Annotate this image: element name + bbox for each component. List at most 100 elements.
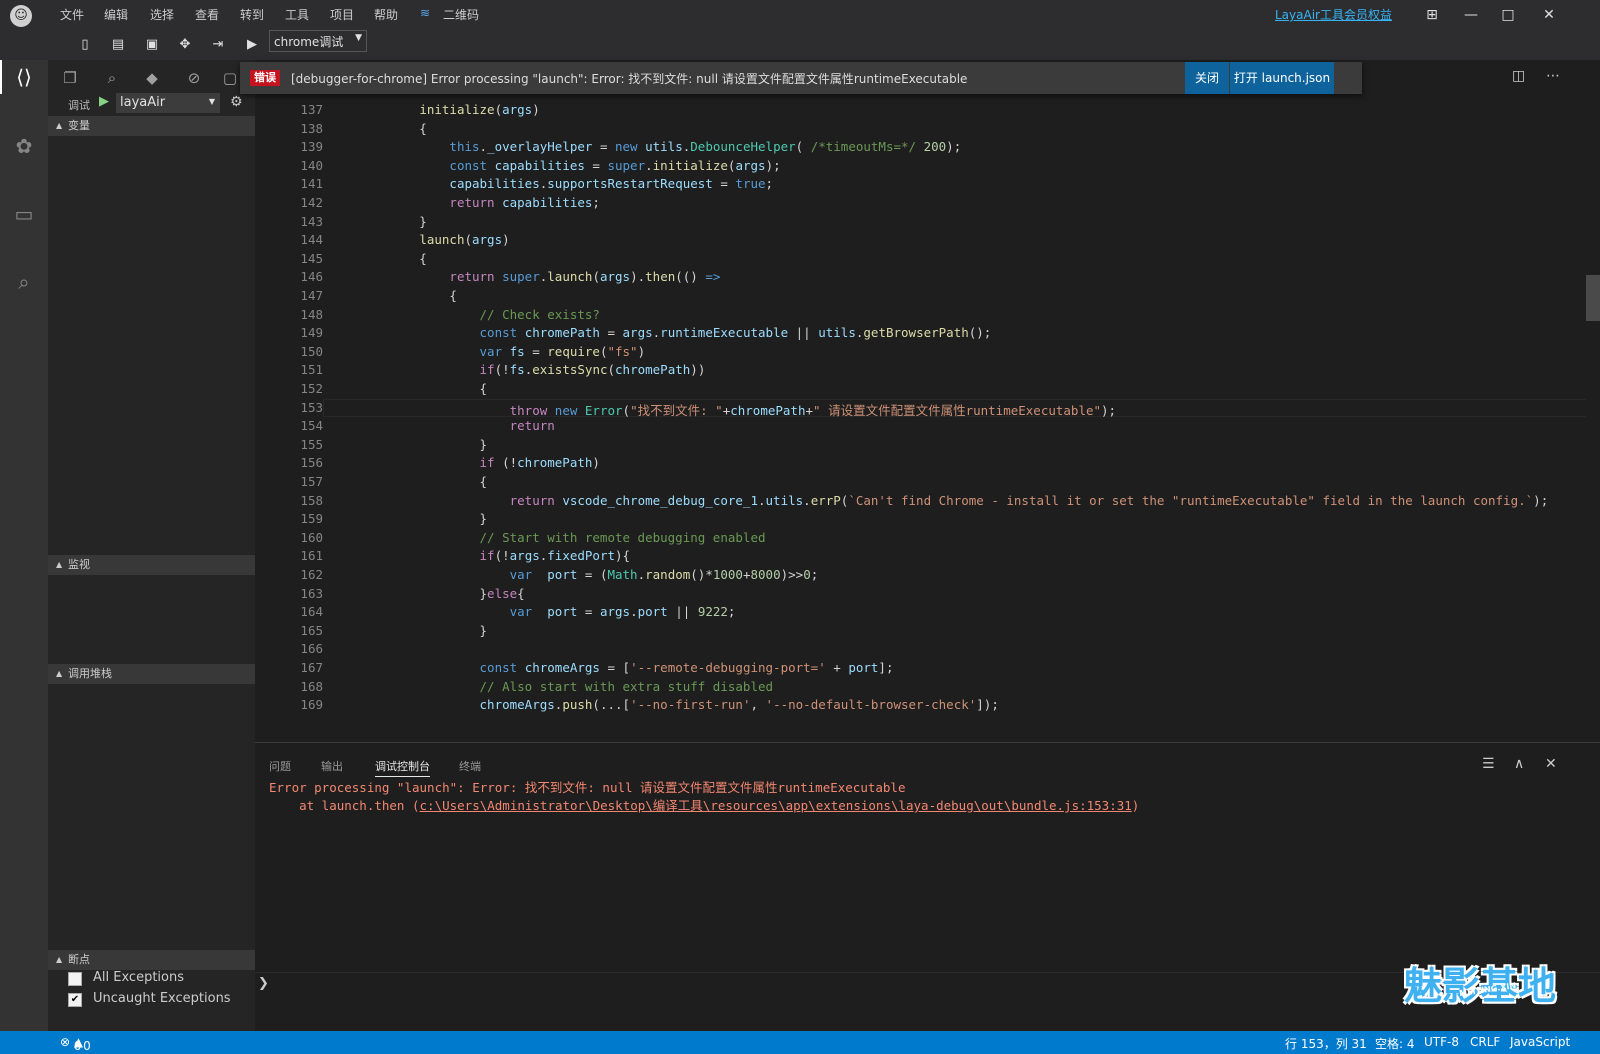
launch-config-select[interactable]: layaAir ▼ [116, 93, 220, 113]
code-line[interactable]: return super.launch(args).then(() => [329, 269, 720, 284]
promo-link[interactable]: LayaAir工具会员权益 [1275, 6, 1392, 23]
close-panel-icon[interactable]: ✕ [1545, 756, 1557, 772]
code-line[interactable]: { [329, 251, 427, 266]
code-line[interactable]: { [329, 381, 488, 396]
code-line[interactable]: } [329, 437, 488, 452]
code-line[interactable]: chromeArgs.push(...['--no-first-run', '-… [329, 697, 999, 712]
clear-console-icon[interactable]: ☰ [1482, 756, 1495, 772]
tab-problems[interactable]: 问题 [269, 758, 291, 774]
code-line[interactable]: { [329, 288, 457, 303]
code-line[interactable]: launch(args) [329, 232, 509, 247]
chat-icon[interactable]: ▭ [10, 200, 38, 228]
code-line[interactable]: } [329, 214, 427, 229]
search-icon[interactable]: ⌕ [10, 268, 38, 296]
code-editor[interactable]: 137 initialize(args) 138 {139 this._overl… [255, 94, 1600, 742]
tab-output[interactable]: 输出 [321, 758, 343, 774]
maximize-panel-icon[interactable]: ∧ [1514, 756, 1524, 772]
open-folder-icon[interactable]: ▤ [109, 36, 127, 54]
git-icon[interactable]: ◆ [140, 66, 164, 90]
code-line[interactable]: this._overlayHelper = new utils.Debounce… [329, 139, 961, 154]
gift-icon[interactable]: ⊞ [1420, 4, 1444, 26]
export-icon[interactable]: ⇥ [209, 36, 227, 54]
watermark-logo: 魅影基地 MEIYING.XIN [1404, 955, 1562, 1017]
split-editor-icon[interactable]: ◫ [1512, 68, 1525, 84]
maximize-button[interactable]: □ [1496, 4, 1520, 26]
code-line[interactable]: // Check exists? [329, 307, 600, 322]
cursor-position[interactable]: 行 153，列 31 [1285, 1035, 1367, 1052]
code-line[interactable]: } [329, 511, 488, 526]
gear-icon[interactable]: ⚙ [230, 94, 243, 110]
extensions-icon[interactable]: ▢ [218, 66, 242, 90]
menu-help[interactable]: 帮助 [374, 6, 398, 23]
code-line[interactable]: throw new Error("找不到文件: "+chromePath+" 请… [329, 400, 1116, 419]
code-line[interactable]: }else{ [329, 586, 525, 601]
menu-edit[interactable]: 编辑 [104, 6, 128, 23]
run-icon[interactable]: ▶ [243, 36, 261, 54]
save-icon[interactable]: ▣ [143, 36, 161, 54]
line-ending[interactable]: CRLF [1470, 1035, 1500, 1049]
code-line[interactable]: initialize(args) [329, 102, 539, 117]
encoding[interactable]: UTF-8 [1424, 1035, 1459, 1049]
repl-input[interactable]: ❯ [255, 972, 1600, 997]
code-line[interactable]: } [329, 623, 488, 638]
language-mode[interactable]: JavaScript [1510, 1035, 1570, 1049]
code-line[interactable]: var fs = require("fs") [329, 344, 646, 359]
explorer-icon[interactable]: ❐ [58, 66, 82, 90]
menu-qrcode[interactable]: 二维码 [443, 6, 479, 23]
open-launch-json-button[interactable]: 打开 launch.json [1230, 62, 1334, 94]
activity-bar: ⟨⟩ ✿ ▭ ⌕ [0, 60, 48, 1031]
code-token: args [599, 604, 631, 620]
section-callstack[interactable]: ▲ 调用堆栈 [48, 664, 255, 684]
uncaught-exceptions-checkbox[interactable]: ✔ [68, 993, 82, 1007]
code-line[interactable]: var port = (Math.random()*1000+8000)>>0; [329, 567, 819, 582]
stack-file-link[interactable]: c:\Users\Administrator\Desktop\编译工具\reso… [420, 798, 1132, 813]
code-line[interactable]: const capabilities = super.initialize(ar… [329, 158, 780, 173]
code-line[interactable]: const chromePath = args.runtimeExecutabl… [329, 325, 992, 340]
menu-view[interactable]: 查看 [195, 6, 219, 23]
menu-file[interactable]: 文件 [60, 6, 84, 23]
scrollbar-thumb[interactable] [1586, 275, 1600, 321]
palette-icon[interactable]: ✿ [10, 132, 38, 160]
no-bug-icon[interactable]: ⊘ [182, 66, 206, 90]
code-line[interactable]: // Also start with extra stuff disabled [329, 679, 774, 694]
code-line[interactable]: { [329, 474, 488, 489]
code-debug-icon[interactable]: ⟨⟩ [10, 63, 38, 91]
tab-debug-console[interactable]: 调试控制台 [375, 758, 430, 777]
section-breakpoints[interactable]: ▲ 断点 [48, 950, 255, 970]
line-number: 157 [300, 474, 323, 489]
menu-project[interactable]: 项目 [330, 6, 354, 23]
all-exceptions-checkbox[interactable] [68, 972, 82, 986]
close-window-button[interactable]: ✕ [1537, 4, 1561, 26]
error-count[interactable]: ⊗ 0 ▲ 0 [60, 1035, 91, 1053]
compile-icon[interactable]: ✥ [176, 36, 194, 54]
code-line[interactable]: const chromeArgs = ['--remote-debugging-… [329, 660, 894, 675]
menu-select[interactable]: 选择 [150, 6, 174, 23]
menu-goto[interactable]: 转到 [240, 6, 264, 23]
code-token: capabilities [449, 176, 540, 192]
start-debug-icon[interactable]: ▶ [99, 94, 109, 109]
section-watch[interactable]: ▲ 监视 [48, 555, 255, 575]
code-line[interactable]: // Start with remote debugging enabled [329, 530, 766, 545]
line-number: 161 [300, 548, 323, 564]
code-line[interactable]: return capabilities; [329, 195, 600, 210]
expanded-icon: ▲ [56, 560, 63, 569]
debug-config-select[interactable]: chrome调试 ▼ [269, 30, 367, 52]
find-icon[interactable]: ⌕ [100, 66, 124, 90]
code-line[interactable]: if(!args.fixedPort){ [329, 548, 631, 563]
minimize-button[interactable]: — [1459, 4, 1483, 26]
code-line[interactable]: var port = args.port || 9222; [329, 604, 736, 620]
tab-terminal[interactable]: 终端 [459, 758, 481, 774]
section-variables[interactable]: ▲ 变量 [48, 116, 255, 136]
code-line[interactable]: if (!chromePath) [329, 455, 600, 470]
editor-scrollbar[interactable] [1586, 94, 1600, 742]
new-file-icon[interactable]: ▯ [76, 36, 94, 54]
code-line[interactable]: return [329, 418, 555, 433]
menu-tools[interactable]: 工具 [285, 6, 309, 23]
code-line[interactable]: capabilities.supportsRestartRequest = tr… [329, 176, 773, 191]
more-actions-icon[interactable]: ⋯ [1546, 68, 1560, 84]
close-notification-button[interactable]: 关闭 [1185, 62, 1229, 94]
code-line[interactable]: if(!fs.existsSync(chromePath)) [329, 362, 706, 377]
indentation[interactable]: 空格: 4 [1375, 1035, 1415, 1052]
code-line[interactable]: return vscode_chrome_debug_core_1.utils.… [329, 493, 1549, 508]
code-line[interactable]: { [329, 121, 427, 136]
